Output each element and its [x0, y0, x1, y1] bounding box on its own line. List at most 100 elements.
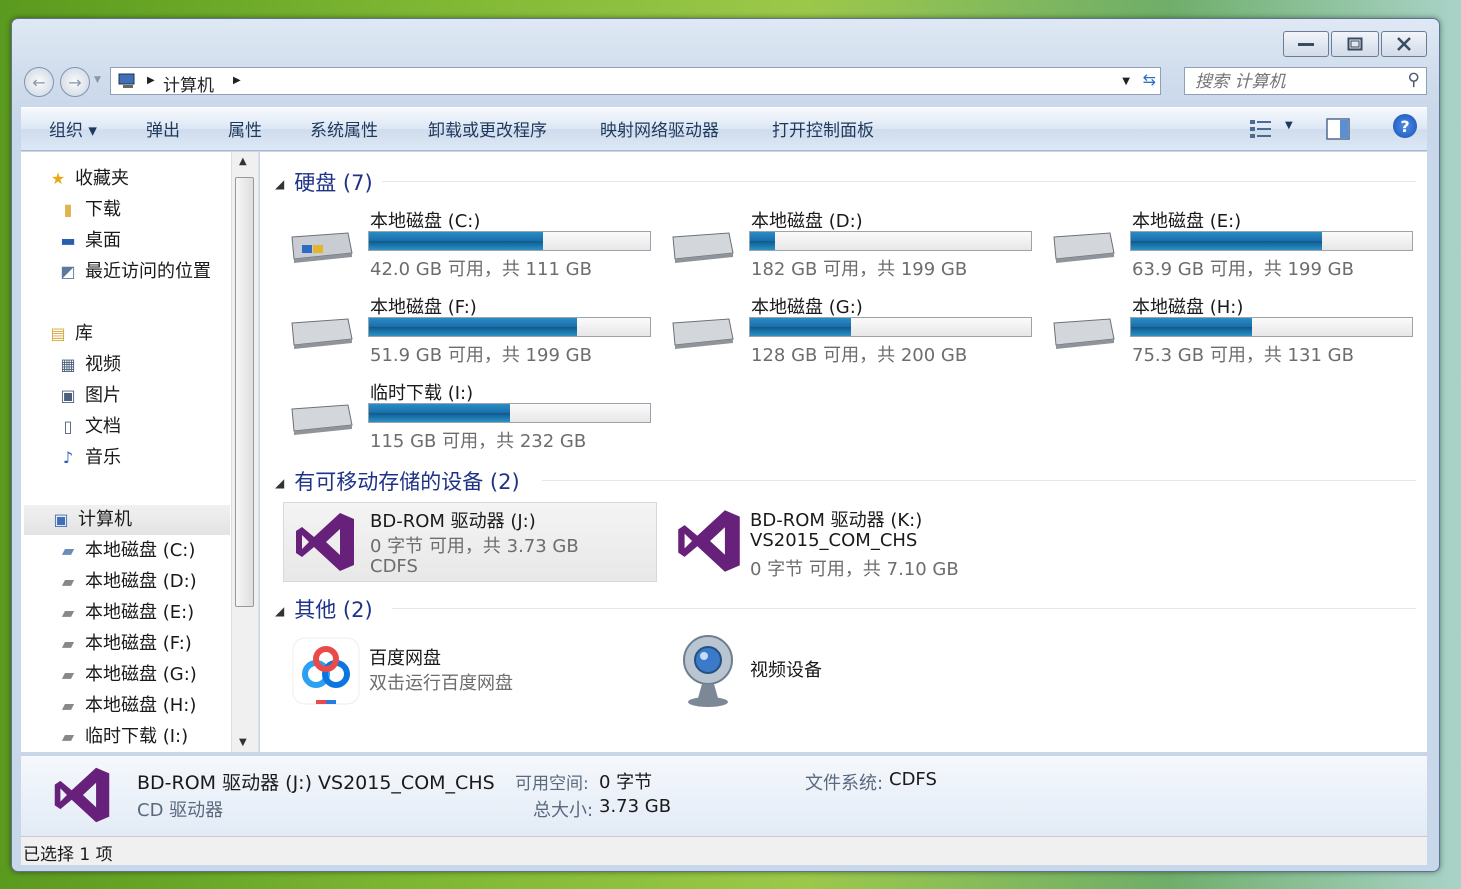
close-button[interactable] [1381, 31, 1427, 57]
sidebar-item-drive-c[interactable]: ▰ 本地磁盘 (C:) [57, 536, 196, 562]
drive-space-info: 75.3 GB 可用，共 131 GB [1132, 345, 1354, 366]
sidebar-item-drive-d[interactable]: ▰ 本地磁盘 (D:) [57, 567, 197, 593]
drive-tile-f[interactable]: 本地磁盘 (F:) 51.9 GB 可用，共 199 GB [282, 293, 652, 375]
system-properties-button[interactable]: 系统属性 [310, 116, 378, 141]
sidebar-scrollbar[interactable]: ▲ ▼ [231, 152, 258, 752]
sidebar-item-drive-h[interactable]: ▰ 本地磁盘 (H:) [57, 691, 197, 717]
video-device-item[interactable]: 视频设备 [664, 632, 1038, 712]
hard-drive-icon [672, 232, 734, 263]
minimize-button[interactable] [1283, 31, 1329, 57]
eject-button[interactable]: 弹出 [146, 116, 180, 141]
properties-button[interactable]: 属性 [228, 116, 262, 141]
forward-button[interactable]: → [60, 67, 90, 97]
search-input[interactable] [1193, 71, 1387, 93]
drive-tile-j[interactable]: BD-ROM 驱动器 (J:) 0 字节 可用，共 3.73 GB CDFS [283, 502, 657, 582]
help-icon[interactable]: ? [1393, 114, 1417, 138]
free-space-label: 可用空间: [515, 774, 589, 794]
caption-buttons [1283, 31, 1427, 57]
group-header-other[interactable]: ◢ 其他 (2) [275, 594, 373, 624]
star-icon: ★ [50, 169, 66, 188]
drive-tile-i[interactable]: 临时下载 (I:) 115 GB 可用，共 232 GB [282, 379, 652, 461]
drive-tile-h[interactable]: 本地磁盘 (H:) 75.3 GB 可用，共 131 GB [1044, 293, 1414, 375]
scroll-down-icon[interactable]: ▼ [239, 737, 247, 748]
hard-drive-icon: ▰ [61, 665, 75, 684]
navigation-bar: ← → ▼ ▶ 计算机 ▶ ▼ ⇆ ⚲ [24, 65, 1427, 97]
history-dropdown-icon[interactable]: ▼ [94, 75, 101, 85]
usage-bar [749, 317, 1032, 337]
group-header-removable[interactable]: ◢ 有可移动存储的设备 (2) [275, 466, 520, 496]
hard-drive-icon [672, 318, 734, 349]
drive-tile-e[interactable]: 本地磁盘 (E:) 63.9 GB 可用，共 199 GB [1044, 207, 1414, 289]
drive-tile-g[interactable]: 本地磁盘 (G:) 128 GB 可用，共 200 GB [663, 293, 1033, 375]
address-dropdown-icon[interactable]: ▼ [1122, 76, 1130, 87]
sidebar-item-recent[interactable]: ◩ 最近访问的位置 [57, 257, 211, 283]
sidebar-item-videos[interactable]: ▦ 视频 [57, 350, 121, 376]
preview-pane-icon[interactable] [1326, 118, 1350, 140]
map-network-drive-button[interactable]: 映射网络驱动器 [600, 116, 719, 141]
restore-icon [1347, 37, 1363, 51]
breadcrumb-separator-icon[interactable]: ▶ [147, 75, 155, 86]
search-box[interactable]: ⚲ [1184, 67, 1427, 95]
sidebar-item-drive-g[interactable]: ▰ 本地磁盘 (G:) [57, 660, 197, 686]
music-note-icon: ♪ [62, 448, 74, 467]
drive-space-info: 182 GB 可用，共 199 GB [751, 259, 968, 280]
organize-button[interactable]: 组织 ▾ [49, 116, 97, 141]
drive-name: 本地磁盘 (F:) [370, 297, 477, 318]
group-header-hard-disks[interactable]: ◢ 硬盘 (7) [275, 167, 373, 197]
uninstall-button[interactable]: 卸载或更改程序 [428, 116, 547, 141]
refresh-icon[interactable]: ⇆ [1143, 70, 1156, 89]
sidebar-item-libraries[interactable]: ▤ 库 [47, 319, 93, 345]
drive-tile-d[interactable]: 本地磁盘 (D:) 182 GB 可用，共 199 GB [663, 207, 1033, 289]
hard-drive-icon: ▰ [61, 634, 75, 653]
breadcrumb-chevron-icon[interactable]: ▶ [233, 75, 241, 86]
view-options-icon[interactable] [1249, 119, 1275, 139]
drive-filesystem: CDFS [370, 556, 418, 577]
usage-fill [1131, 232, 1323, 250]
usage-fill [1131, 318, 1252, 336]
drive-space-info: 0 字节 可用，共 3.73 GB [370, 536, 579, 557]
sidebar-item-drive-i[interactable]: ▰ 临时下载 (I:) [57, 722, 188, 748]
drive-tile-k[interactable]: BD-ROM 驱动器 (K:) VS2015_COM_CHS 0 字节 可用，共… [664, 502, 1038, 582]
sidebar-item-computer[interactable]: ▣ 计算机 [24, 505, 230, 535]
sidebar-item-favorites[interactable]: ★ 收藏夹 [47, 164, 129, 190]
usage-fill [750, 232, 776, 250]
sidebar-item-pictures[interactable]: ▣ 图片 [57, 381, 121, 407]
hard-drive-icon [291, 318, 353, 349]
view-dropdown-icon[interactable]: ▼ [1285, 120, 1293, 131]
usage-fill [369, 404, 510, 422]
usage-bar [368, 403, 651, 423]
sidebar-item-music[interactable]: ♪ 音乐 [57, 443, 121, 469]
drive-space-info: 42.0 GB 可用，共 111 GB [370, 259, 592, 280]
system-drive-icon: ▰ [61, 541, 75, 560]
close-icon [1397, 37, 1411, 51]
collapse-triangle-icon[interactable]: ◢ [275, 476, 284, 490]
maximize-button[interactable] [1331, 31, 1379, 57]
back-button[interactable]: ← [24, 67, 54, 97]
visual-studio-logo-icon [678, 510, 740, 572]
collapse-triangle-icon[interactable]: ◢ [275, 177, 284, 191]
usage-bar [368, 231, 651, 251]
sidebar-item-documents[interactable]: ▯ 文档 [57, 412, 121, 438]
item-description: 双击运行百度网盘 [369, 673, 513, 694]
sidebar-item-downloads[interactable]: ▮ 下载 [57, 195, 121, 221]
scroll-up-icon[interactable]: ▲ [239, 156, 247, 167]
breadcrumb-computer[interactable]: 计算机 [163, 71, 214, 96]
drive-tile-c[interactable]: 本地磁盘 (C:) 42.0 GB 可用，共 111 GB [282, 207, 652, 289]
total-size-label: 总大小: [533, 800, 594, 821]
details-pane: BD-ROM 驱动器 (J:) VS2015_COM_CHS 可用空间: 0 字… [21, 755, 1427, 836]
sidebar-item-drive-e[interactable]: ▰ 本地磁盘 (E:) [57, 598, 194, 624]
item-name: 百度网盘 [369, 648, 441, 669]
webcam-icon [683, 635, 733, 707]
collapse-triangle-icon[interactable]: ◢ [275, 604, 284, 618]
search-icon[interactable]: ⚲ [1408, 70, 1420, 90]
open-control-panel-button[interactable]: 打开控制面板 [772, 116, 874, 141]
baidu-netdisk-item[interactable]: 百度网盘 双击运行百度网盘 [283, 632, 657, 712]
scrollbar-thumb[interactable] [235, 177, 254, 607]
sidebar-item-desktop[interactable]: ▬ 桌面 [57, 226, 121, 252]
hard-drive-icon [291, 404, 353, 435]
drive-name: 临时下载 (I:) [370, 383, 474, 404]
sidebar-item-drive-f[interactable]: ▰ 本地磁盘 (F:) [57, 629, 192, 655]
back-arrow-icon: ← [32, 72, 46, 92]
address-bar[interactable]: ▶ 计算机 ▶ ▼ ⇆ [110, 67, 1161, 96]
details-type: CD 驱动器 [137, 800, 224, 821]
